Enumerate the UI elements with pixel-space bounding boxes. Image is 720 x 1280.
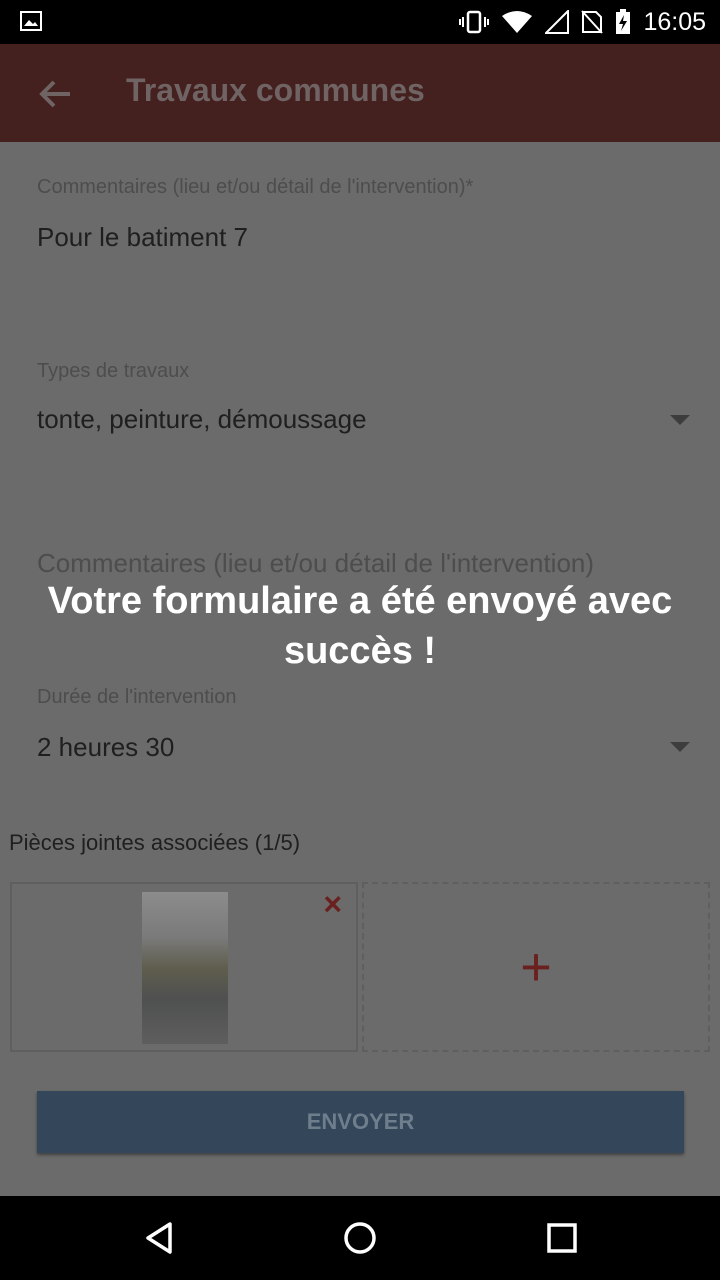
plus-icon: +	[520, 937, 552, 997]
add-attachment-button[interactable]: +	[362, 882, 710, 1052]
page-title: Travaux communes	[126, 72, 425, 108]
comment-label: Commentaires (lieu et/ou détail de l'int…	[37, 176, 474, 198]
work-types-label: Types de travaux	[37, 360, 190, 382]
back-arrow-icon[interactable]	[36, 74, 76, 114]
attachment-item[interactable]: ×	[10, 882, 358, 1052]
no-sim-icon	[581, 10, 604, 34]
recents-square-icon[interactable]	[540, 1216, 584, 1260]
vibrate-icon	[459, 10, 490, 34]
comment-optional-field[interactable]: Commentaires (lieu et/ou détail de l'int…	[37, 548, 594, 579]
status-icons: 16:05	[459, 0, 706, 44]
clock: 16:05	[643, 7, 706, 36]
attachments-title: Pièces jointes associées (1/5)	[9, 830, 301, 855]
app-toolbar: Travaux communes	[0, 44, 720, 142]
dropdown-arrow-icon[interactable]	[670, 742, 690, 752]
work-types-select[interactable]: tonte, peinture, démoussage	[37, 404, 367, 435]
wifi-icon	[502, 11, 533, 33]
remove-attachment-icon[interactable]: ×	[323, 888, 342, 920]
home-circle-icon[interactable]	[338, 1216, 382, 1260]
duration-label: Durée de l'intervention	[37, 686, 237, 708]
dropdown-arrow-icon[interactable]	[670, 415, 690, 425]
image-notification-icon	[20, 11, 42, 31]
back-triangle-icon[interactable]	[138, 1216, 182, 1260]
attachment-thumbnail[interactable]	[142, 892, 228, 1044]
status-bar: 16:05	[0, 0, 720, 44]
navigation-bar	[0, 1196, 720, 1280]
toast-line-2: succès !	[283, 630, 437, 672]
comment-field[interactable]: Pour le batiment 7	[37, 222, 248, 253]
battery-charging-icon	[616, 9, 631, 34]
success-toast: Votre formulaire a été envoyé avec succè…	[0, 576, 720, 676]
signal-icon	[545, 10, 570, 34]
duration-select[interactable]: 2 heures 30	[37, 732, 174, 763]
send-button[interactable]: ENVOYER	[37, 1091, 684, 1153]
toast-line-1: Votre formulaire a été envoyé avec	[47, 580, 673, 622]
